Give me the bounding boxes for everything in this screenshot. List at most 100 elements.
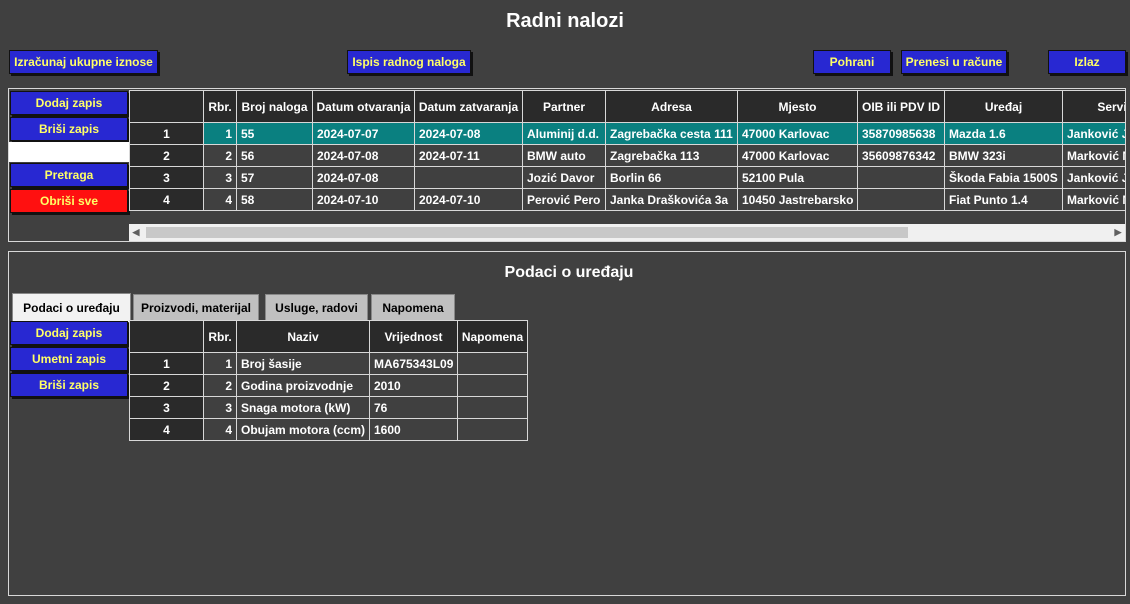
device-column-header[interactable]: Rbr. [203,320,237,353]
order-cell[interactable]: Zagrebačka 113 [605,144,738,167]
order-cell[interactable]: 47000 Karlovac [737,122,858,145]
order-column-header[interactable]: Datum zatvaranja [414,90,523,123]
device-row[interactable]: 2 2 Godina proizvodnje 2010 [129,374,528,397]
order-cell[interactable]: 35870985638 [857,122,945,145]
device-cell[interactable] [457,418,528,441]
order-row-header[interactable]: 1 [129,122,204,145]
device-cell[interactable]: 76 [369,396,458,419]
device-cell[interactable]: Godina proizvodnje [236,374,370,397]
add-order-button[interactable]: Dodaj zapis [10,91,128,115]
device-row-header[interactable]: 1 [129,352,204,375]
delete-order-button[interactable]: Briši zapis [10,117,128,141]
order-cell[interactable]: Fiat Punto 1.4 [944,188,1063,211]
search-input[interactable] [9,142,129,162]
scroll-left-icon[interactable]: ◀ [129,224,143,241]
delete-all-button[interactable]: Obriši sve [10,189,128,213]
device-cell[interactable]: 3 [203,396,237,419]
device-cell[interactable] [457,396,528,419]
order-cell[interactable]: 2024-07-07 [312,122,415,145]
order-cell[interactable]: 2 [203,144,237,167]
order-cell[interactable]: Zagrebačka cesta 111 [605,122,738,145]
order-cell[interactable]: Mazda 1.6 [944,122,1063,145]
order-column-header[interactable]: Adresa [605,90,738,123]
order-cell[interactable]: 2024-07-08 [414,122,523,145]
order-cell[interactable]: 58 [236,188,313,211]
order-column-header[interactable]: Mjesto [737,90,858,123]
device-row[interactable]: 3 3 Snaga motora (kW) 76 [129,396,528,419]
save-button[interactable]: Pohrani [813,50,891,74]
scroll-thumb[interactable] [146,227,908,238]
device-cell[interactable]: 1 [203,352,237,375]
add-device-record-button[interactable]: Dodaj zapis [10,321,128,345]
order-cell[interactable]: Jozić Davor [522,166,606,189]
device-row-header[interactable]: 3 [129,396,204,419]
device-cell[interactable]: 2 [203,374,237,397]
order-cell[interactable]: BMW 323i [944,144,1063,167]
order-cell[interactable]: 4 [203,188,237,211]
device-row-header[interactable]: 2 [129,374,204,397]
device-cell[interactable]: MA675343L09 [369,352,458,375]
order-cell[interactable]: 2024-07-08 [312,144,415,167]
tab-device-data[interactable]: Podaci o uređaju [12,293,131,322]
scroll-right-icon[interactable]: ▶ [1111,224,1125,241]
device-row-header[interactable]: 4 [129,418,204,441]
order-column-header[interactable]: Serviser [1062,90,1125,123]
order-column-header[interactable]: Uređaj [944,90,1063,123]
orders-horizontal-scrollbar[interactable]: ◀ ▶ [129,224,1125,241]
order-cell[interactable]: Janković J [1062,166,1125,189]
order-cell[interactable]: 56 [236,144,313,167]
order-row[interactable]: 1 1 55 2024-07-07 2024-07-08 Aluminij d.d. Zag… [129,122,1125,145]
order-row[interactable]: 2 2 56 2024-07-08 2024-07-11 BMW auto Zagrebač… [129,144,1125,167]
device-cell[interactable]: Obujam motora (ccm) [236,418,370,441]
device-cell[interactable]: 4 [203,418,237,441]
order-cell[interactable]: Janka Draškovića 3a [605,188,738,211]
order-column-header[interactable]: Rbr. [203,90,237,123]
device-row[interactable]: 4 4 Obujam motora (ccm) 1600 [129,418,528,441]
order-cell[interactable] [857,188,945,211]
order-column-header[interactable]: Partner [522,90,606,123]
order-column-header[interactable]: Broj naloga [236,90,313,123]
order-cell[interactable]: 1 [203,122,237,145]
order-cell[interactable]: 2024-07-11 [414,144,523,167]
print-order-button[interactable]: Ispis radnog naloga [347,50,471,74]
order-cell[interactable]: 52100 Pula [737,166,858,189]
order-cell[interactable]: 57 [236,166,313,189]
device-column-header[interactable]: Naziv [236,320,370,353]
device-column-header[interactable] [129,320,204,353]
order-cell[interactable]: 2024-07-08 [312,166,415,189]
tab-notes[interactable]: Napomena [371,294,455,321]
order-cell[interactable]: Aluminij d.d. [522,122,606,145]
tab-services-work[interactable]: Usluge, radovi [265,294,368,321]
device-cell[interactable]: 2010 [369,374,458,397]
order-cell[interactable]: Janković J [1062,122,1125,145]
order-cell[interactable]: 3 [203,166,237,189]
order-cell[interactable]: 10450 Jastrebarsko [737,188,858,211]
calculate-totals-button[interactable]: Izračunaj ukupne iznose [9,50,158,74]
exit-button[interactable]: Izlaz [1048,50,1126,74]
insert-device-record-button[interactable]: Umetni zapis [10,347,128,371]
device-cell[interactable] [457,374,528,397]
order-cell[interactable]: Marković M [1062,144,1125,167]
order-row[interactable]: 3 3 57 2024-07-08 Jozić Davor Borlin 66 52100 … [129,166,1125,189]
search-button[interactable]: Pretraga [10,163,128,187]
order-column-header[interactable]: Datum otvaranja [312,90,415,123]
order-row-header[interactable]: 2 [129,144,204,167]
device-cell[interactable] [457,352,528,375]
order-cell[interactable]: 55 [236,122,313,145]
order-cell[interactable] [414,166,523,189]
delete-device-record-button[interactable]: Briši zapis [10,373,128,397]
device-cell[interactable]: Snaga motora (kW) [236,396,370,419]
device-cell[interactable]: 1600 [369,418,458,441]
order-row-header[interactable]: 3 [129,166,204,189]
order-cell[interactable]: Marković M [1062,188,1125,211]
transfer-to-invoices-button[interactable]: Prenesi u račune [901,50,1007,74]
order-cell[interactable]: 35609876342 [857,144,945,167]
order-cell[interactable] [857,166,945,189]
order-cell[interactable]: Škoda Fabia 1500S [944,166,1063,189]
device-cell[interactable]: Broj šasije [236,352,370,375]
order-cell[interactable]: 47000 Karlovac [737,144,858,167]
order-cell[interactable]: 2024-07-10 [414,188,523,211]
order-cell[interactable]: Perović Pero [522,188,606,211]
order-row[interactable]: 4 4 58 2024-07-10 2024-07-10 Perović Pero Jank… [129,188,1125,211]
tab-products-materials[interactable]: Proizvodi, materijal [133,294,259,321]
